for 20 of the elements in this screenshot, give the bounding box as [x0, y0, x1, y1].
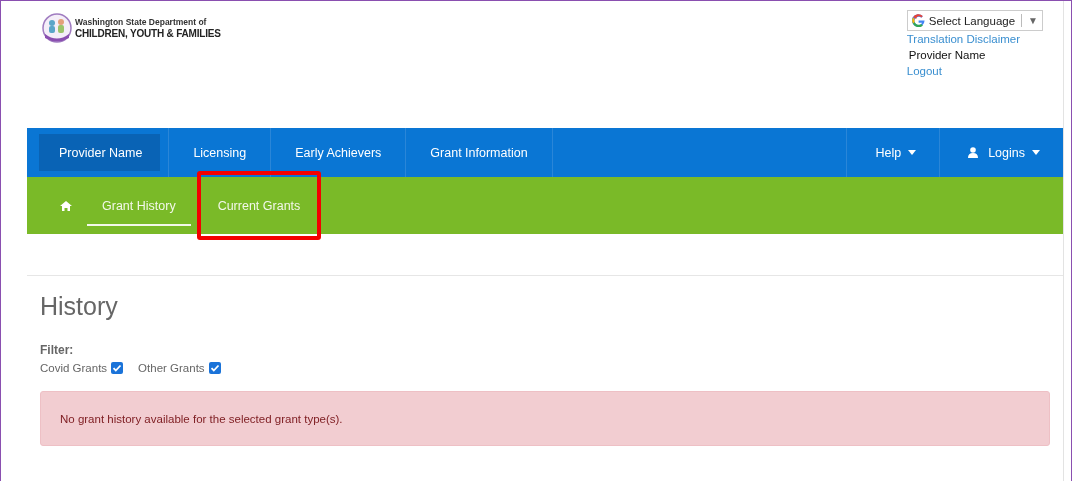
nav-item[interactable]: Provider Name	[39, 134, 161, 171]
header-link[interactable]: Logout	[906, 63, 942, 79]
checkbox[interactable]	[208, 362, 221, 374]
user-icon	[968, 147, 979, 158]
checkbox-label: Other Grants	[138, 362, 205, 374]
logo-subtitle: Washington State Department of	[75, 16, 208, 28]
provider-name: Provider Name	[908, 48, 986, 63]
caret-icon	[908, 150, 917, 155]
home-icon	[60, 200, 72, 211]
header-link[interactable]: Translation Disclaimer	[906, 31, 1021, 47]
google-icon	[911, 14, 925, 27]
alert-message: No grant history available for the selected grant type(s).	[40, 391, 1050, 446]
language-select[interactable]: Select Language ▼	[906, 10, 1043, 31]
logo-title: CHILDREN, YOUTH & FAMILIES	[75, 28, 221, 40]
logo-icon	[41, 13, 73, 43]
checkbox[interactable]	[111, 362, 124, 374]
checkbox-label: Covid Grants	[40, 362, 108, 374]
caret-icon	[1032, 150, 1040, 155]
filter-label: Filter:	[40, 343, 75, 357]
page-title: History	[40, 292, 119, 321]
